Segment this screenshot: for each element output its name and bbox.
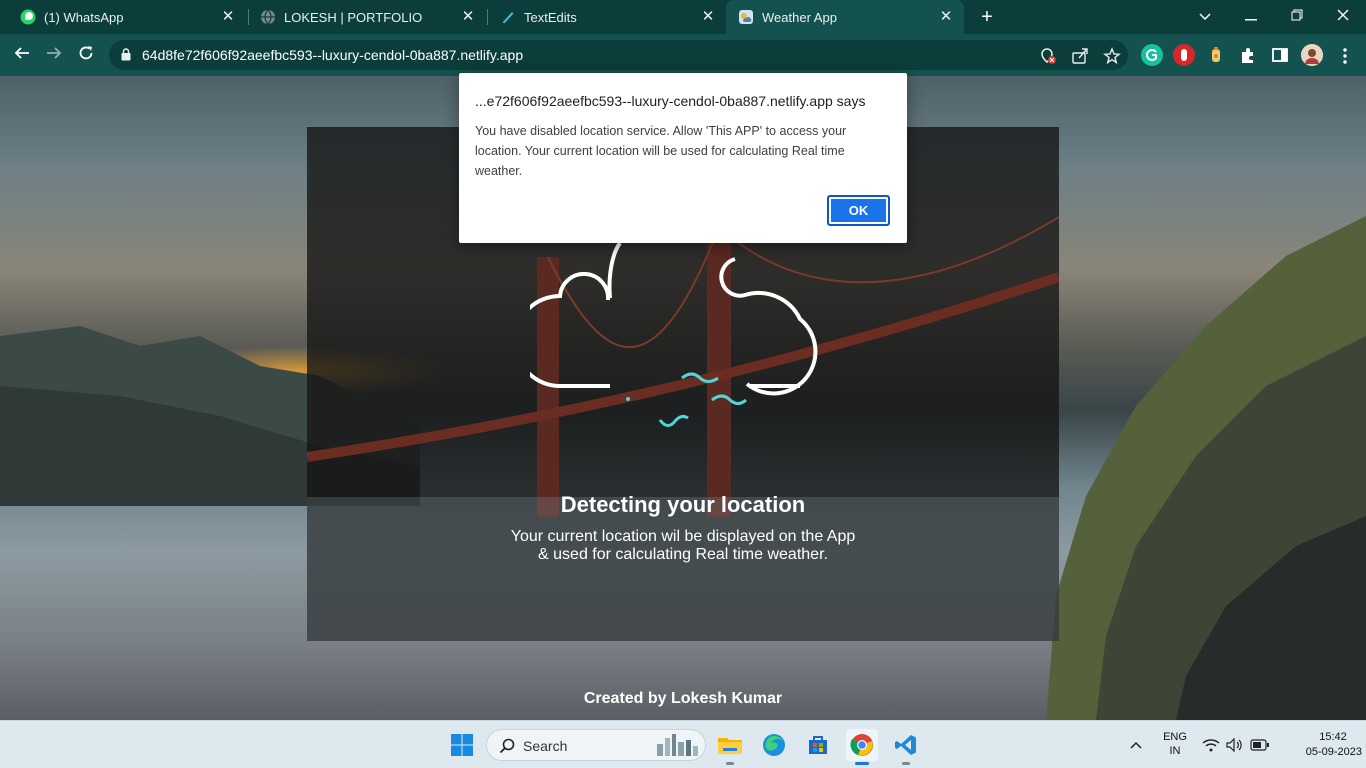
region-code: IN <box>1169 745 1181 757</box>
alert-dialog: ...e72f606f92aeefbc593--luxury-cendol-0b… <box>459 73 907 243</box>
search-icon <box>499 738 515 759</box>
kebab-menu-icon[interactable] <box>1335 46 1355 66</box>
reload-icon[interactable] <box>74 43 98 67</box>
address-bar[interactable]: 64d8fe72f606f92aeefbc593--luxury-cendol-… <box>109 40 1128 70</box>
weather-app-icon <box>738 9 754 25</box>
background-rocks <box>1046 216 1366 720</box>
language-indicator[interactable]: ENG IN <box>1156 731 1194 757</box>
close-window-icon[interactable] <box>1330 4 1356 28</box>
footer-credit: Created by Lokesh Kumar <box>583 690 783 707</box>
tab-label: Weather App <box>762 9 837 25</box>
lock-icon[interactable] <box>121 48 131 66</box>
browser-tab-strip: (1) WhatsApp ✕ LOKESH | PORTFOLIO ✕ Text… <box>0 0 1366 34</box>
tab-search-chevron-icon[interactable] <box>1192 4 1218 28</box>
tab-label: LOKESH | PORTFOLIO <box>284 9 423 25</box>
start-windows-icon[interactable] <box>446 729 478 761</box>
wifi-icon[interactable] <box>1200 729 1222 761</box>
tab-whatsapp[interactable]: (1) WhatsApp ✕ <box>8 0 246 34</box>
search-highlight-icon <box>653 732 701 763</box>
battery-icon[interactable] <box>1248 729 1272 761</box>
running-indicator <box>726 762 734 765</box>
tray-chevron-up-icon[interactable] <box>1124 729 1148 761</box>
detecting-heading: Detecting your location <box>560 492 806 517</box>
volume-icon[interactable] <box>1224 729 1246 761</box>
extension-bottle-icon[interactable] <box>1205 44 1227 66</box>
tab-textedits[interactable]: TextEdits ✕ <box>488 0 726 34</box>
grammarly-icon[interactable] <box>1141 44 1163 66</box>
bookmark-star-icon[interactable] <box>1103 47 1121 65</box>
restore-icon[interactable] <box>1284 4 1310 28</box>
taskbar-search-box[interactable]: Search <box>486 729 706 761</box>
detecting-subtext: Your current location wil be displayed o… <box>307 528 1059 564</box>
whatsapp-icon <box>20 9 36 25</box>
new-tab-button[interactable]: + <box>976 6 998 28</box>
share-icon[interactable] <box>1071 47 1089 65</box>
pen-icon <box>500 9 516 25</box>
file-explorer-icon[interactable] <box>714 729 746 765</box>
close-tab-icon[interactable]: ✕ <box>700 9 716 25</box>
running-indicator <box>902 762 910 765</box>
clock[interactable]: 15:42 05-09-2023 <box>1304 731 1362 758</box>
subtext-line: Your current location wil be displayed o… <box>510 528 856 545</box>
windows-taskbar: Search ENG IN 15:42 05-09-2023 <box>0 720 1366 768</box>
forward-arrow-icon[interactable] <box>42 43 66 67</box>
browser-toolbar: 64d8fe72f606f92aeefbc593--luxury-cendol-… <box>0 34 1366 76</box>
tab-weather-app[interactable]: Weather App ✕ <box>726 0 964 34</box>
vscode-icon[interactable] <box>890 729 922 765</box>
location-blocked-icon[interactable] <box>1039 47 1057 65</box>
search-label: Search <box>523 738 568 754</box>
ok-button[interactable]: OK <box>827 195 890 226</box>
clock-date: 05-09-2023 <box>1305 746 1362 758</box>
close-tab-icon[interactable]: ✕ <box>220 9 236 25</box>
microsoft-store-icon[interactable] <box>802 729 834 761</box>
language-code: ENG <box>1163 731 1187 743</box>
close-tab-icon[interactable]: ✕ <box>460 9 476 25</box>
tab-label: (1) WhatsApp <box>44 9 124 25</box>
edge-browser-icon[interactable] <box>758 729 790 761</box>
extensions-puzzle-icon[interactable] <box>1237 44 1259 66</box>
subtext-line: & used for calculating Real time weather… <box>538 546 828 563</box>
minimize-icon[interactable] <box>1238 4 1264 28</box>
cloud-animation-icon <box>530 241 818 427</box>
side-panel-icon[interactable] <box>1269 44 1291 66</box>
dialog-message: You have disabled location service. Allo… <box>475 124 847 178</box>
globe-icon <box>260 9 276 25</box>
tab-portfolio[interactable]: LOKESH | PORTFOLIO ✕ <box>248 0 486 34</box>
url-text[interactable]: 64d8fe72f606f92aeefbc593--luxury-cendol-… <box>142 47 523 63</box>
profile-avatar[interactable] <box>1301 44 1323 66</box>
clock-time: 15:42 <box>1319 731 1347 743</box>
extension-red-icon[interactable] <box>1173 44 1195 66</box>
close-tab-icon[interactable]: ✕ <box>938 9 954 25</box>
tab-label: TextEdits <box>524 9 577 25</box>
back-arrow-icon[interactable] <box>10 43 34 67</box>
chrome-icon[interactable] <box>846 729 878 765</box>
active-indicator <box>855 762 869 765</box>
dialog-title: ...e72f606f92aeefbc593--luxury-cendol-0b… <box>475 93 866 109</box>
